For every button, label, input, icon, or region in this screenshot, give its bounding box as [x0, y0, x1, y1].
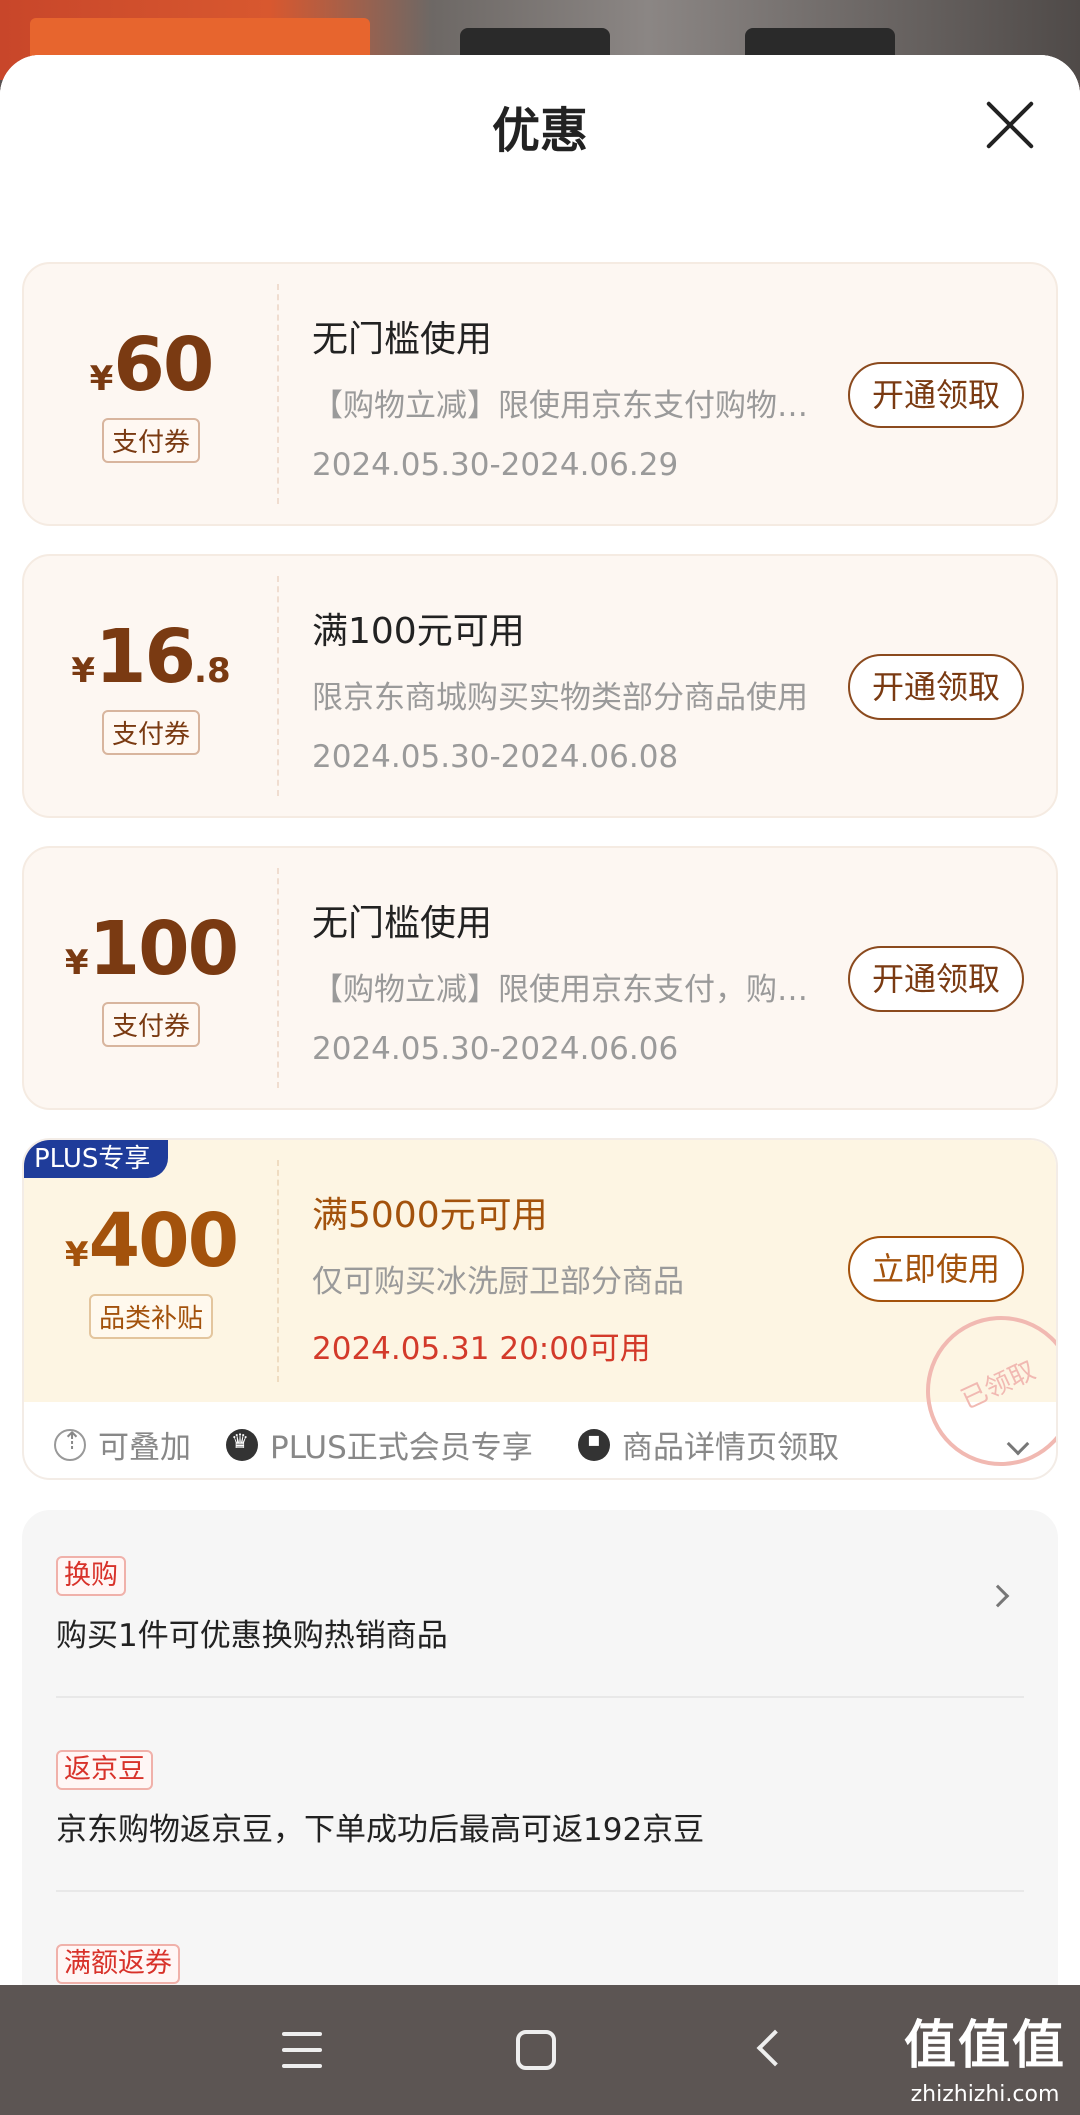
plus-exclusive-badge: PLUS专享: [24, 1140, 169, 1178]
sheet-header-overlay: 优惠: [0, 55, 1080, 193]
coupon-value: ¥60 支付券: [24, 264, 278, 524]
coupon-type-tag: 支付券: [101, 710, 200, 755]
coupon-divider: [277, 576, 279, 796]
close-icon[interactable]: [984, 99, 1036, 151]
coupon-features[interactable]: 可叠加 PLUS正式会员专享 商品详情页领取: [24, 1402, 1056, 1478]
ticket-icon: [578, 1427, 610, 1461]
coupon-description: 限京东商城购买实物类部分商品使用: [312, 680, 808, 716]
watermark: 值值值 zhizhizhi.com: [904, 2003, 1066, 2107]
back-button[interactable]: [756, 2029, 794, 2067]
coupon-value: ¥100 支付券: [24, 848, 278, 1108]
coupon-condition: 无门槛使用: [312, 903, 493, 944]
plus-coupon-body: ¥400 品类补贴 PLUS专享 满5000元可用 仅可购买冰洗厨卫部分商品 2…: [24, 1140, 1056, 1478]
coupon-description: 【购物立减】限使用京东支付购物抵扣: [312, 388, 832, 424]
divider: [56, 1696, 1024, 1698]
coupon-amount: ¥100: [64, 906, 239, 992]
coupon-type-tag: 品类补贴: [88, 1294, 213, 1339]
coupon-info: 无门槛使用 【购物立减】限使用京东支付，购物抵扣 2024.05.30-2024…: [312, 894, 852, 1067]
activate-claim-button[interactable]: 开通领取: [847, 362, 1024, 428]
promo-tag: 返京豆: [56, 1750, 153, 1790]
coupon-type-tag: 支付券: [101, 418, 200, 463]
coupon-amount: ¥400: [64, 1198, 239, 1284]
watermark-url: zhizhizhi.com: [910, 2082, 1060, 2107]
promo-text: 购买1件可优惠换购热销商品: [56, 1618, 448, 1654]
divider: [56, 1890, 1024, 1892]
coupon-validity: 2024.05.30-2024.06.29: [312, 447, 679, 483]
coupon-info: 满100元可用 限京东商城购买实物类部分商品使用 2024.05.30-2024…: [312, 602, 852, 775]
coupon-validity: 2024.05.30-2024.06.08: [312, 739, 679, 775]
coupon-divider: [277, 1160, 279, 1382]
promo-item-coupon-return: 满额返券: [56, 1944, 1024, 1984]
watermark-logo: 值值值: [903, 2016, 1066, 2076]
coupon-value: ¥400 品类补贴: [24, 1140, 278, 1402]
coupon-info: 满5000元可用 仅可购买冰洗厨卫部分商品 2024.05.31 20:00可用: [312, 1186, 852, 1368]
feature-plus-member: PLUS正式会员专享: [226, 1422, 533, 1467]
use-now-button[interactable]: 立即使用: [847, 1236, 1024, 1302]
coupon-description: 【购物立减】限使用京东支付，购物抵扣: [312, 972, 832, 1008]
promo-tag: 满额返券: [56, 1944, 180, 1984]
coupon-divider: [277, 868, 279, 1088]
coupon-condition: 满100元可用: [312, 611, 525, 652]
promotions-list: 换购 购买1件可优惠换购热销商品 返京豆 京东购物返京豆，下单成功后最高可返19…: [22, 1510, 1058, 1985]
home-button[interactable]: [516, 2030, 556, 2070]
coupon-condition: 满5000元可用: [312, 1195, 548, 1236]
coupon-validity: 2024.05.31 20:00可用: [312, 1331, 651, 1367]
plus-coupon-card: ¥400 品类补贴 PLUS专享 满5000元可用 仅可购买冰洗厨卫部分商品 2…: [22, 1138, 1058, 1480]
promo-item-jingdou: 返京豆 京东购物返京豆，下单成功后最高可返192京豆: [56, 1750, 1024, 1849]
promo-item-trade-in[interactable]: 换购 购买1件可优惠换购热销商品: [56, 1556, 1024, 1655]
crown-icon: [226, 1428, 258, 1461]
system-navigation-bar: 值值值 zhizhizhi.com: [0, 1985, 1080, 2115]
coupon-condition: 无门槛使用: [312, 319, 493, 360]
coupon-divider: [277, 284, 279, 504]
chevron-down-icon[interactable]: [1006, 1432, 1030, 1456]
coupon-amount: ¥16.8: [71, 614, 231, 700]
coupon-card: ¥100 支付券 无门槛使用 【购物立减】限使用京东支付，购物抵扣 2024.0…: [22, 846, 1058, 1110]
coupon-type-tag: 支付券: [101, 1002, 200, 1047]
sheet-title: 优惠: [491, 103, 588, 159]
coupon-amount: ¥60: [89, 322, 215, 408]
coupon-description: 仅可购买冰洗厨卫部分商品: [312, 1264, 684, 1300]
promo-tag: 换购: [56, 1556, 126, 1596]
promo-text: 京东购物返京豆，下单成功后最高可返192京豆: [56, 1812, 705, 1848]
discount-sheet: 优惠 优惠 ¥60 支付券 无门槛使用 【购物立减】限使用京东支付购物抵扣 20…: [0, 55, 1080, 1985]
activate-claim-button[interactable]: 开通领取: [847, 654, 1024, 720]
coupon-card: ¥60 支付券 无门槛使用 【购物立减】限使用京东支付购物抵扣 2024.05.…: [22, 262, 1058, 526]
coupon-validity: 2024.05.30-2024.06.06: [312, 1031, 679, 1067]
activate-claim-button[interactable]: 开通领取: [847, 946, 1024, 1012]
feature-stackable: 可叠加: [54, 1422, 191, 1467]
coupon-info: 无门槛使用 【购物立减】限使用京东支付购物抵扣 2024.05.30-2024.…: [312, 310, 852, 483]
coupon-value: ¥16.8 支付券: [24, 556, 278, 816]
recent-apps-button[interactable]: [282, 2032, 322, 2068]
coupon-card: ¥16.8 支付券 满100元可用 限京东商城购买实物类部分商品使用 2024.…: [22, 554, 1058, 818]
feature-claim-location: 商品详情页领取: [578, 1422, 839, 1467]
stack-icon: [54, 1427, 86, 1461]
